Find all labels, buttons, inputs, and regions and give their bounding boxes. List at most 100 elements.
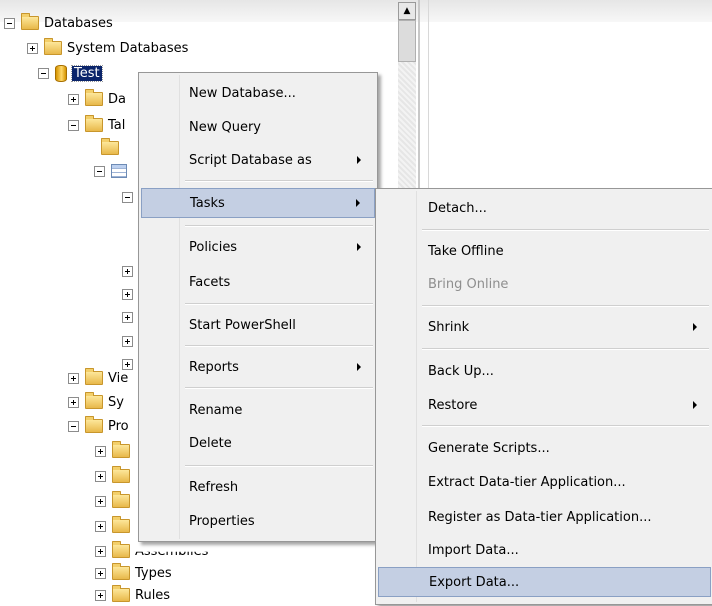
- menu-item-restore[interactable]: Restore: [378, 390, 711, 420]
- tree-node-synonyms[interactable]: Sy: [68, 391, 124, 413]
- expand-icon[interactable]: [95, 495, 106, 507]
- menu-item-delete[interactable]: Delete: [141, 428, 375, 458]
- collapse-icon[interactable]: [94, 165, 105, 177]
- tree-node-system-tables[interactable]: [101, 137, 124, 159]
- tree-node-database-triggers[interactable]: [95, 490, 135, 512]
- menu-item-new-database[interactable]: New Database...: [141, 78, 375, 108]
- tree-node-label: Da: [108, 91, 126, 107]
- menu-item-detach[interactable]: Detach...: [378, 193, 711, 223]
- tree-node-columns[interactable]: [122, 186, 139, 208]
- tree-node-keys[interactable]: [122, 260, 139, 282]
- expand-icon[interactable]: [122, 265, 133, 277]
- expand-icon[interactable]: [95, 470, 106, 482]
- collapse-icon[interactable]: [38, 67, 49, 79]
- menu-item-script-database-as[interactable]: Script Database as: [141, 145, 375, 175]
- tree-node-stored-procedures[interactable]: [95, 440, 135, 462]
- collapse-icon[interactable]: [4, 17, 15, 29]
- folder-icon: [112, 563, 130, 580]
- folder-icon: [85, 368, 103, 385]
- menu-item-import-data[interactable]: Import Data...: [378, 535, 711, 565]
- folder-icon: [112, 441, 130, 458]
- menu-item-generate-scripts[interactable]: Generate Scripts...: [378, 433, 711, 463]
- submenu-arrow-icon: [357, 243, 361, 251]
- folder-icon: [85, 416, 103, 433]
- scroll-up-arrow-icon[interactable]: ▲: [398, 2, 416, 20]
- tree-node-tables[interactable]: Tal: [68, 114, 125, 136]
- tree-node-functions[interactable]: [95, 465, 135, 487]
- tree-node-label: Pro: [108, 418, 129, 434]
- folder-icon: [21, 13, 39, 30]
- tree-node-label: System Databases: [67, 40, 189, 56]
- menu-item-label: Back Up...: [428, 363, 494, 379]
- collapse-icon[interactable]: [122, 191, 133, 203]
- folder-icon: [85, 392, 103, 409]
- tree-node-table[interactable]: [94, 160, 132, 182]
- menu-item-take-offline[interactable]: Take Offline: [378, 236, 711, 266]
- tree-node-types[interactable]: Types: [95, 562, 172, 584]
- tree-node-databases[interactable]: Databases: [4, 12, 113, 34]
- menu-separator: [185, 180, 373, 182]
- folder-icon: [85, 115, 103, 132]
- folder-icon: [85, 89, 103, 106]
- tree-node-folder[interactable]: [95, 515, 135, 537]
- menu-item-label: Script Database as: [189, 152, 312, 168]
- expand-icon[interactable]: [95, 589, 106, 601]
- menu-item-properties[interactable]: Properties: [141, 506, 375, 536]
- menu-item-label: New Query: [189, 119, 261, 135]
- expand-icon[interactable]: [122, 311, 133, 323]
- expand-icon[interactable]: [95, 567, 106, 579]
- tree-node-database-diagrams[interactable]: Da: [68, 88, 126, 110]
- scroll-thumb[interactable]: [398, 20, 416, 62]
- tree-node-views[interactable]: Vie: [68, 367, 128, 389]
- tree-node-programmability[interactable]: Pro: [68, 415, 129, 437]
- menu-item-tasks[interactable]: Tasks: [141, 188, 375, 218]
- tree-node-indexes[interactable]: [122, 330, 139, 352]
- submenu-arrow-icon: [357, 156, 361, 164]
- tree-node-label: Sy: [108, 394, 124, 410]
- menu-item-label: Facets: [189, 274, 231, 290]
- folder-icon: [112, 491, 130, 508]
- submenu-arrow-icon: [693, 401, 697, 409]
- menu-item-label: Import Data...: [428, 542, 519, 558]
- submenu-arrow-icon: [356, 199, 360, 207]
- menu-item-label: Generate Scripts...: [428, 440, 550, 456]
- tree-node-label: Vie: [108, 370, 129, 386]
- collapse-icon[interactable]: [68, 420, 79, 432]
- folder-icon: [112, 585, 130, 602]
- expand-icon[interactable]: [27, 42, 38, 54]
- expand-icon[interactable]: [122, 288, 133, 300]
- menu-item-start-powershell[interactable]: Start PowerShell: [141, 310, 375, 340]
- expand-icon[interactable]: [68, 372, 79, 384]
- menu-item-new-query[interactable]: New Query: [141, 112, 375, 142]
- expand-icon[interactable]: [122, 335, 133, 347]
- menu-separator: [422, 425, 709, 427]
- menu-item-facets[interactable]: Facets: [141, 267, 375, 297]
- menu-item-reports[interactable]: Reports: [141, 352, 375, 382]
- expand-icon[interactable]: [68, 93, 79, 105]
- tree-node-triggers[interactable]: [122, 306, 139, 328]
- folder-icon: [101, 138, 119, 155]
- menu-item-extract-data-tier-application[interactable]: Extract Data-tier Application...: [378, 467, 711, 497]
- menu-item-export-data[interactable]: Export Data...: [378, 567, 711, 597]
- expand-icon[interactable]: [95, 445, 106, 457]
- tree-node-system-databases[interactable]: System Databases: [27, 37, 188, 59]
- expand-icon[interactable]: [95, 520, 106, 532]
- menu-item-rename[interactable]: Rename: [141, 395, 375, 425]
- menu-item-label: Shrink: [428, 319, 470, 335]
- menu-item-shrink[interactable]: Shrink: [378, 312, 711, 342]
- menu-item-back-up[interactable]: Back Up...: [378, 356, 711, 386]
- expand-icon[interactable]: [95, 545, 106, 557]
- tree-node-assemblies[interactable]: Assemblies: [95, 540, 208, 562]
- menu-item-label: Bring Online: [428, 276, 509, 292]
- menu-item-policies[interactable]: Policies: [141, 232, 375, 262]
- menu-item-label: Rename: [189, 402, 243, 418]
- menu-item-refresh[interactable]: Refresh: [141, 472, 375, 502]
- tree-node-label: Assemblies: [135, 543, 209, 559]
- tree-node-test-database[interactable]: Test: [38, 62, 103, 84]
- expand-icon[interactable]: [68, 396, 79, 408]
- tree-node-rules[interactable]: Rules: [95, 584, 170, 606]
- tree-node-constraints[interactable]: [122, 283, 139, 305]
- collapse-icon[interactable]: [68, 119, 79, 131]
- menu-item-register-as-data-tier-application[interactable]: Register as Data-tier Application...: [378, 502, 711, 532]
- menu-item-label: Export Data...: [429, 574, 520, 590]
